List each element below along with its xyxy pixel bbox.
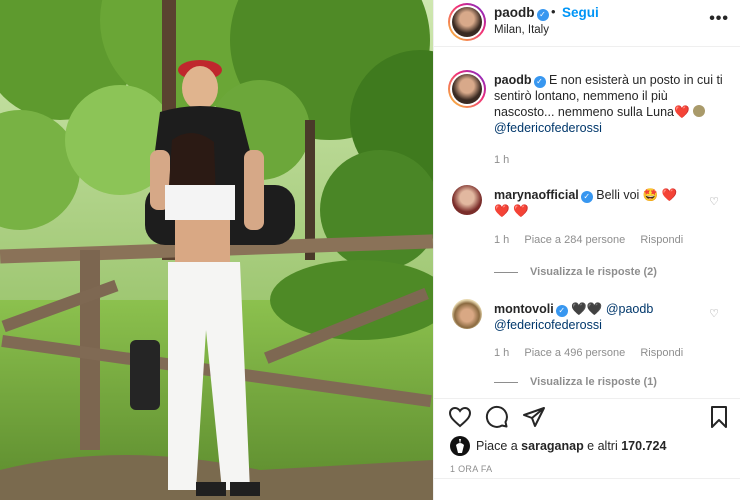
add-comment-area — [434, 478, 740, 500]
comment-avatar-montovoli[interactable] — [452, 299, 482, 329]
comment-reply-button[interactable]: Rispondi — [640, 234, 683, 246]
likes-prefix: Piace a — [476, 439, 522, 453]
comment-time: 1 h — [494, 234, 510, 246]
comment-icon[interactable] — [485, 405, 509, 429]
caption-block: paodb ✓ E non esisterà un posto in cui ti… — [494, 72, 724, 136]
comment-username[interactable]: marynaofficial — [494, 188, 579, 202]
share-icon[interactable] — [522, 405, 546, 429]
verified-badge-icon: ✓ — [580, 191, 593, 203]
view-replies-label[interactable]: Visualizza le risposte (2) — [530, 266, 657, 278]
author-username[interactable]: paodb ✓ — [494, 5, 549, 21]
post-photo-illustration — [0, 0, 433, 500]
post-action-bar — [434, 398, 740, 436]
follow-button[interactable]: Segui — [562, 5, 599, 20]
comment-reply-button[interactable]: Rispondi — [640, 347, 683, 359]
comment-mention-2[interactable]: @federicofederossi — [494, 318, 602, 332]
view-replies-button[interactable]: Visualizza le risposte (2) — [494, 266, 657, 278]
comment-likes[interactable]: Piace a 496 persone — [524, 347, 625, 359]
post-sidebar: paodb ✓ • Segui Milan, Italy ••• paodb ✓ E… — [433, 0, 740, 500]
caption-time: 1 h — [494, 154, 510, 166]
comment-emojis-line2: ❤️ ❤️ — [494, 204, 529, 218]
bookmark-icon[interactable] — [707, 405, 731, 429]
comment-black-hearts: 🖤🖤 — [571, 302, 603, 316]
author-username-text[interactable]: paodb — [494, 5, 535, 20]
moon-emoji-icon — [692, 105, 705, 117]
more-options-icon[interactable]: ••• — [709, 10, 729, 28]
comment-like-heart-icon[interactable]: ♡ — [709, 195, 719, 208]
likes-user[interactable]: saraganap — [521, 439, 584, 453]
verified-badge-icon: ✓ — [555, 305, 568, 317]
post-photo[interactable] — [0, 0, 433, 500]
comments-list[interactable]: paodb ✓ E non esisterà un posto in cui ti… — [434, 48, 740, 398]
post-location[interactable]: Milan, Italy — [494, 24, 549, 36]
comment-avatar-marynaofficial[interactable] — [452, 185, 482, 215]
liker-avatar-image — [456, 439, 464, 453]
likes-count[interactable]: 170.724 — [621, 439, 666, 453]
comment-mention-1[interactable]: @paodb — [606, 302, 653, 316]
view-replies-button[interactable]: Visualizza le risposte (1) — [494, 376, 657, 388]
replies-divider — [494, 381, 518, 383]
comment-meta: 1 h Piace a 284 persone Rispondi — [494, 234, 695, 246]
likes-summary[interactable]: Piace a saraganap e altri 170.724 — [434, 436, 740, 458]
view-replies-label[interactable]: Visualizza le risposte (1) — [530, 376, 657, 388]
comment-time: 1 h — [494, 347, 510, 359]
likes-middle: e altri — [583, 439, 622, 453]
comment-emojis: 🤩 ❤️ — [642, 188, 678, 202]
verified-badge-icon: ✓ — [536, 9, 549, 21]
caption-username[interactable]: paodb — [494, 73, 532, 87]
comment-likes[interactable]: Piace a 284 persone — [524, 234, 625, 246]
verified-badge-icon: ✓ — [533, 76, 546, 88]
comment-text: Belli voi — [596, 188, 640, 202]
heart-icon[interactable] — [448, 405, 472, 429]
liker-avatar[interactable] — [450, 436, 470, 456]
comment-montovoli: montovoli ✓ 🖤🖤 @paodb @federicofederossi — [494, 301, 714, 333]
caption-emoji: ❤️ — [673, 105, 690, 119]
header-separator: • — [551, 4, 556, 19]
comment-username[interactable]: montovoli — [494, 302, 554, 316]
comment-meta: 1 h Piace a 496 persone Rispondi — [494, 347, 695, 359]
likes-text[interactable]: Piace a saraganap e altri 170.724 — [476, 439, 666, 453]
comment-like-heart-icon[interactable]: ♡ — [709, 307, 719, 320]
caption-avatar[interactable] — [448, 70, 486, 108]
author-avatar[interactable] — [448, 3, 486, 41]
replies-divider — [494, 271, 518, 273]
post-header: paodb ✓ • Segui Milan, Italy ••• — [434, 0, 740, 47]
post-timestamp[interactable]: 1 ORA FA — [450, 464, 492, 474]
caption-mention[interactable]: @federicofederossi — [494, 121, 602, 135]
comment-marynaofficial: marynaofficial ✓ Belli voi 🤩 ❤️ ❤️ ❤️ — [494, 187, 704, 219]
